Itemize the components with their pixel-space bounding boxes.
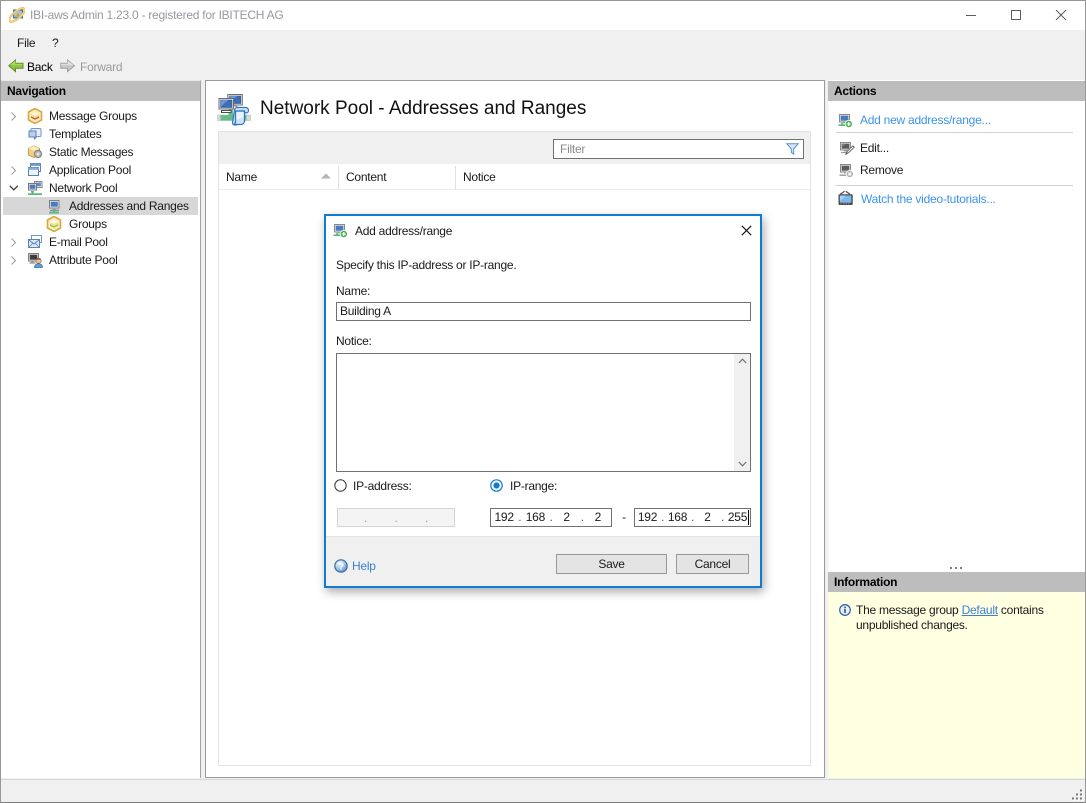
svg-text:?: ? [338,561,344,572]
